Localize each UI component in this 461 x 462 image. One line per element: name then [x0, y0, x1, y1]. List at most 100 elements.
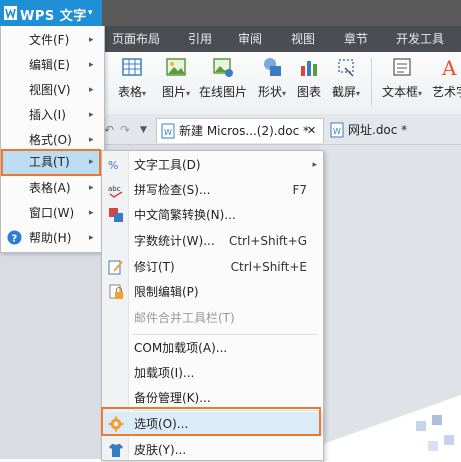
- tab-page-layout[interactable]: 页面布局: [112, 26, 160, 52]
- menu-item-label: 编辑(E): [29, 58, 70, 72]
- screenshot-label: 截屏: [331, 85, 356, 99]
- chart-icon: [301, 61, 317, 76]
- screenshot-button[interactable]: 截屏▾: [326, 56, 366, 110]
- insert-table-button[interactable]: 表格▾: [112, 56, 152, 110]
- online-picture-label: 在线图片: [198, 85, 247, 99]
- svg-text:abc: abc: [108, 185, 121, 193]
- submenu-item-text-tools[interactable]: % 文字工具(D) ▸: [102, 153, 323, 177]
- picture-icon: [166, 58, 186, 76]
- chevron-down-icon: ▾: [186, 89, 191, 98]
- document-tab-active[interactable]: W 新建 Micros...(2).doc * ✕: [156, 118, 324, 143]
- menu-item-label: 视图(V): [29, 83, 71, 97]
- document-tab[interactable]: W 网址.doc *: [326, 118, 456, 142]
- insert-picture-button[interactable]: 图片▾: [156, 56, 196, 110]
- svg-text:%: %: [108, 159, 118, 172]
- undo-icon[interactable]: ↶: [104, 118, 114, 142]
- submenu-item-spellcheck[interactable]: abc 拼写检查(S)... F7: [102, 178, 323, 202]
- chevron-down-icon: ▾: [418, 89, 423, 98]
- wps-app-menu-button[interactable]: WPS 文字 ▾: [0, 0, 102, 26]
- menu-item-edit[interactable]: 编辑(E) ▸: [1, 53, 103, 77]
- insert-table-label: 表格: [117, 85, 142, 99]
- table-icon: [122, 58, 142, 76]
- submenu-item-word-count[interactable]: 字数统计(W)... Ctrl+Shift+G: [102, 229, 323, 253]
- submenu-item-label: 拼写检查(S)...: [134, 183, 211, 197]
- shortcut-label: Ctrl+Shift+G: [228, 234, 307, 248]
- menu-item-file[interactable]: 文件(F) ▸: [1, 28, 103, 52]
- submenu-item-com-addins[interactable]: COM加载项(A)...: [102, 336, 323, 360]
- document-page-area: [320, 145, 461, 459]
- menu-item-label: 文件(F): [29, 33, 70, 47]
- svg-text:?: ?: [12, 234, 18, 245]
- menu-item-view[interactable]: 视图(V) ▸: [1, 78, 103, 102]
- chevron-down-icon: ▾: [88, 8, 93, 18]
- chevron-right-icon: ▸: [89, 35, 94, 45]
- close-icon[interactable]: ✕: [307, 119, 316, 143]
- submenu-item-restrict-editing[interactable]: 限制编辑(P): [102, 280, 323, 304]
- svg-text:A: A: [441, 56, 457, 78]
- textbox-label: 文本框: [381, 85, 418, 99]
- insert-picture-label: 图片: [161, 85, 186, 99]
- skin-icon: [109, 444, 123, 457]
- textbox-button[interactable]: 文本框▾: [378, 56, 426, 110]
- submenu-item-label: 皮肤(Y)...: [134, 443, 187, 457]
- chevron-right-icon: ▸: [312, 160, 317, 170]
- document-tab-label: 新建 Micros...(2).doc *: [179, 124, 309, 138]
- tab-review[interactable]: 审阅: [238, 26, 262, 52]
- menu-item-table[interactable]: 表格(A) ▸: [1, 176, 103, 200]
- chevron-down-icon[interactable]: ▼: [140, 118, 147, 142]
- shape-icon: [264, 58, 281, 76]
- document-tab-label: 网址.doc *: [348, 123, 408, 137]
- submenu-item-label: 文字工具(D): [134, 158, 201, 172]
- wordart-icon: A: [441, 56, 457, 78]
- textbox-icon: [393, 58, 411, 76]
- insert-chart-button[interactable]: 图表: [294, 56, 324, 110]
- tools-highlight-frame: [1, 149, 101, 176]
- document-icon: W: [161, 123, 175, 139]
- wordart-label: 艺术字: [431, 85, 461, 99]
- wps-logo-icon: [4, 6, 17, 20]
- lock-icon: [109, 284, 123, 299]
- menu-item-label: 帮助(H): [29, 231, 72, 245]
- submenu-item-revision[interactable]: 修订(T) Ctrl+Shift+E: [102, 255, 323, 279]
- tab-section[interactable]: 章节: [344, 26, 368, 52]
- convert-icon: [109, 208, 123, 222]
- submenu-item-label: 中文简繁转换(N)...: [134, 208, 236, 222]
- submenu-item-label: 修订(T): [134, 260, 175, 274]
- app-main-menu: 文件(F) ▸ 编辑(E) ▸ 视图(V) ▸ 插入(I) ▸ 格式(O) ▸ 工具(T)…: [0, 26, 105, 253]
- tab-view[interactable]: 视图: [291, 26, 315, 52]
- insert-shape-label: 形状: [257, 85, 282, 99]
- spellcheck-icon: abc: [108, 185, 123, 198]
- shortcut-label: F7: [292, 183, 307, 197]
- redo-icon[interactable]: ↷: [120, 118, 130, 142]
- svg-text:W: W: [333, 127, 341, 136]
- chevron-right-icon: ▸: [89, 208, 94, 218]
- online-picture-icon: [213, 58, 233, 77]
- submenu-item-chinese-conversion[interactable]: 中文简繁转换(N)...: [102, 203, 323, 227]
- chevron-right-icon: ▸: [89, 85, 94, 95]
- ribbon-divider: [371, 58, 372, 106]
- insert-chart-label: 图表: [296, 85, 321, 99]
- menu-item-label: 表格(A): [29, 181, 71, 195]
- submenu-item-skin[interactable]: 皮肤(Y)...: [102, 438, 323, 462]
- submenu-item-addins[interactable]: 加载项(I)...: [102, 361, 323, 385]
- menu-item-help[interactable]: ? 帮助(H) ▸: [1, 226, 103, 250]
- help-icon: ?: [7, 230, 22, 245]
- chevron-right-icon: ▸: [89, 110, 94, 120]
- menu-item-label: 插入(I): [29, 108, 66, 122]
- insert-shape-button[interactable]: 形状▾: [252, 56, 292, 110]
- submenu-item-label: 字数统计(W)...: [134, 234, 215, 248]
- submenu-item-label: 邮件合并工具栏(T): [134, 311, 235, 325]
- submenu-item-label: 加载项(I)...: [134, 366, 195, 380]
- tab-references[interactable]: 引用: [188, 26, 212, 52]
- submenu-item-label: 限制编辑(P): [134, 285, 199, 299]
- submenu-item-label: COM加载项(A)...: [134, 341, 228, 355]
- online-picture-button[interactable]: 在线图片: [198, 56, 248, 110]
- text-tools-icon: %: [108, 159, 118, 172]
- menu-separator: [132, 334, 318, 335]
- menu-item-window[interactable]: 窗口(W) ▸: [1, 201, 103, 225]
- menu-item-insert[interactable]: 插入(I) ▸: [1, 103, 103, 127]
- tab-developer[interactable]: 开发工具: [396, 26, 444, 52]
- wordart-button[interactable]: A 艺术字: [430, 56, 461, 110]
- submenu-item-mail-merge-toolbar: 邮件合并工具栏(T): [102, 306, 323, 330]
- menu-item-label: 窗口(W): [29, 206, 75, 220]
